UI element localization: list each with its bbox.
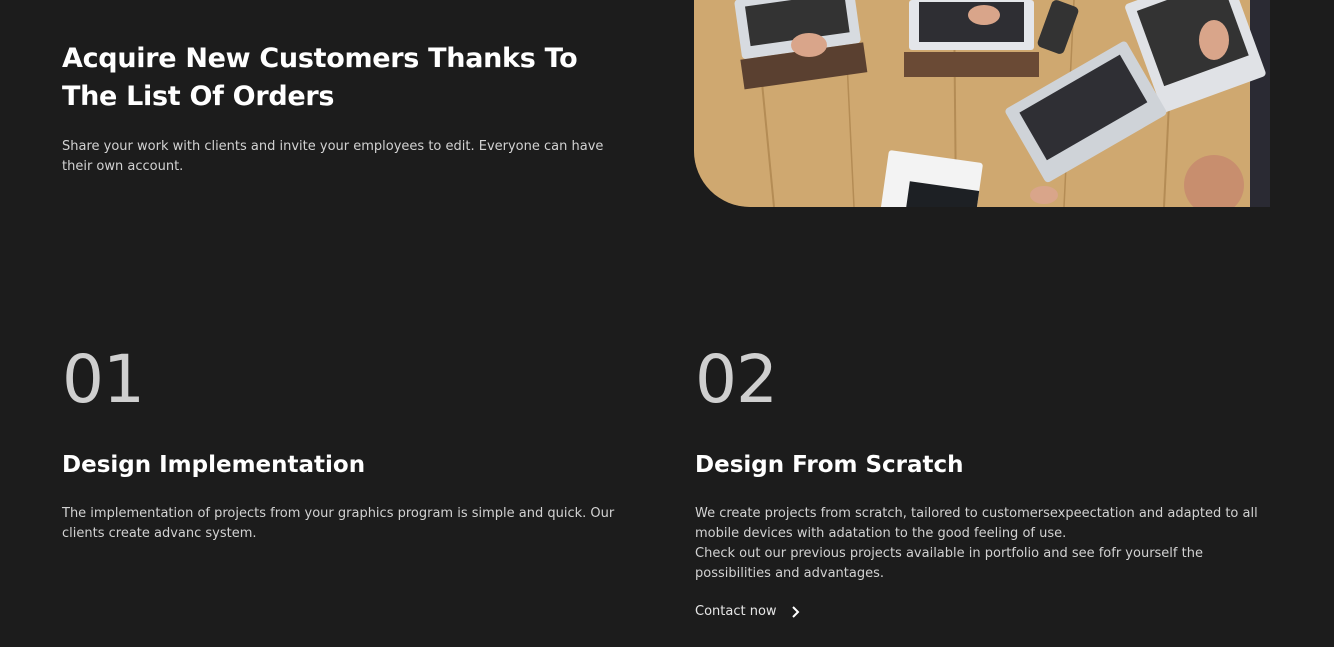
contact-now-link[interactable]: Contact now: [695, 604, 801, 619]
feature-title: Design From Scratch: [695, 452, 964, 478]
laptops-on-table-photo: [694, 0, 1270, 207]
feature-number: 01: [62, 341, 145, 418]
feature-title: Design Implementation: [62, 452, 366, 478]
hero-description: Share your work with clients and invite …: [62, 139, 604, 174]
feature-description-line-1: We create projects from scratch, tailore…: [695, 506, 1258, 541]
feature-design-implementation: 01 Design Implementation The implementat…: [62, 340, 642, 544]
chevron-right-icon: [791, 605, 799, 618]
hero-title: Acquire New Customers Thanks To The List…: [62, 43, 578, 112]
feature-design-from-scratch: 02 Design From Scratch We create project…: [695, 340, 1275, 619]
feature-number: 02: [695, 341, 778, 418]
contact-now-label: Contact now: [695, 604, 777, 619]
feature-description: We create projects from scratch, tailore…: [695, 504, 1275, 584]
hero-image: [694, 0, 1270, 207]
page: Acquire New Customers Thanks To The List…: [0, 0, 1334, 647]
feature-description-line-2: Check out our previous projects availabl…: [695, 546, 1203, 581]
feature-description: The implementation of projects from your…: [62, 506, 615, 541]
